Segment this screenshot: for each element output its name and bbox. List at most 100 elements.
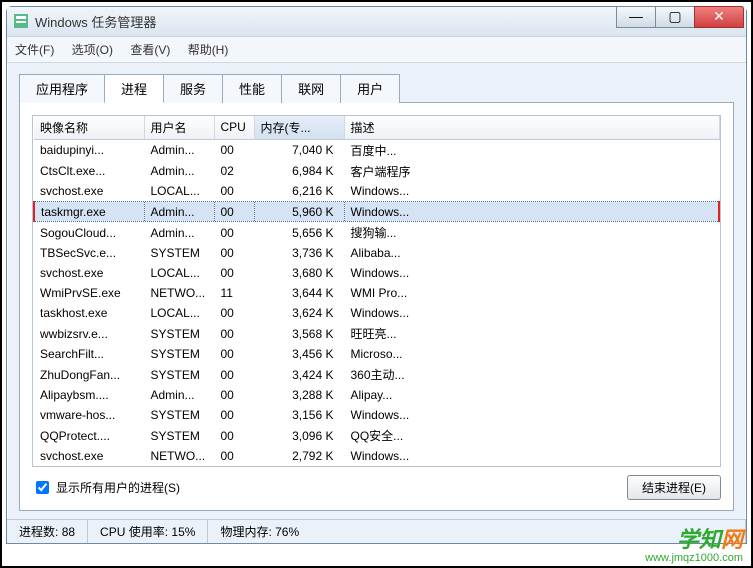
tab-2[interactable]: 服务: [163, 74, 223, 103]
cell-memory: 3,288 K: [254, 385, 344, 405]
cell-cpu: 00: [214, 263, 254, 283]
cell-memory: 3,424 K: [254, 364, 344, 385]
table-row[interactable]: ZhuDongFan...SYSTEM003,424 K360主动...: [34, 364, 719, 385]
task-manager-window: Windows 任务管理器 — ▢ ✕ 文件(F) 选项(O) 查看(V) 帮助…: [6, 6, 747, 544]
cell-cpu: 00: [214, 405, 254, 425]
menu-file[interactable]: 文件(F): [15, 43, 54, 57]
titlebar[interactable]: Windows 任务管理器 — ▢ ✕: [7, 7, 746, 37]
cell-image: ZhuDongFan...: [34, 364, 144, 385]
table-row[interactable]: taskhost.exeLOCAL...003,624 KWindows...: [34, 303, 719, 323]
table-row[interactable]: baidupinyi...Admin...007,040 K百度中...: [34, 139, 719, 161]
table-row[interactable]: TBSecSvc.e...SYSTEM003,736 KAlibaba...: [34, 243, 719, 263]
cell-memory: 3,624 K: [254, 303, 344, 323]
cell-user: SYSTEM: [144, 364, 214, 385]
cell-desc: Windows...: [344, 405, 719, 425]
cell-cpu: 00: [214, 344, 254, 364]
end-process-button[interactable]: 结束进程(E): [627, 475, 721, 500]
cell-cpu: 00: [214, 323, 254, 344]
cell-cpu: 02: [214, 161, 254, 182]
cell-desc: Windows...: [344, 202, 719, 222]
tab-1[interactable]: 进程: [104, 74, 164, 103]
process-table[interactable]: 映像名称 用户名 CPU 内存(专... 描述 baidupinyi...Adm…: [32, 115, 721, 468]
cell-memory: 3,644 K: [254, 283, 344, 303]
cell-image: taskhost.exe: [34, 303, 144, 323]
table-row[interactable]: QQProtect....SYSTEM003,096 KQQ安全...: [34, 425, 719, 446]
col-memory[interactable]: 内存(专...: [254, 116, 344, 140]
table-row[interactable]: svchost.exeLOCAL...006,216 KWindows...: [34, 182, 719, 202]
cell-memory: 3,568 K: [254, 323, 344, 344]
table-row[interactable]: Alipaybsm....Admin...003,288 KAlipay...: [34, 385, 719, 405]
cell-user: Admin...: [144, 161, 214, 182]
cell-user: SYSTEM: [144, 243, 214, 263]
cell-cpu: 00: [214, 446, 254, 466]
cell-cpu: 11: [214, 283, 254, 303]
cell-user: LOCAL...: [144, 263, 214, 283]
cell-memory: 3,736 K: [254, 243, 344, 263]
table-row[interactable]: vmware-hos...SYSTEM003,156 KWindows...: [34, 405, 719, 425]
cell-desc: 客户端程序: [344, 161, 719, 182]
status-cpu: CPU 使用率: 15%: [88, 520, 208, 543]
menu-help[interactable]: 帮助(H): [188, 43, 229, 57]
cell-memory: 3,680 K: [254, 263, 344, 283]
cell-cpu: 00: [214, 139, 254, 161]
cell-memory: 5,656 K: [254, 222, 344, 244]
table-row[interactable]: wwbizsrv.e...SYSTEM003,568 K旺旺亮...: [34, 323, 719, 344]
table-row[interactable]: svchost.exeNETWO...002,792 KWindows...: [34, 446, 719, 466]
minimize-button[interactable]: —: [616, 6, 656, 28]
cell-memory: 3,096 K: [254, 425, 344, 446]
cell-cpu: 00: [214, 182, 254, 202]
status-processes: 进程数: 88: [7, 520, 88, 543]
cell-image: taskmgr.exe: [34, 202, 144, 222]
table-row[interactable]: CtsClt.exe...Admin...026,984 K客户端程序: [34, 161, 719, 182]
menubar: 文件(F) 选项(O) 查看(V) 帮助(H): [7, 37, 746, 63]
cell-user: SYSTEM: [144, 405, 214, 425]
col-cpu[interactable]: CPU: [214, 116, 254, 140]
cell-desc: 360主动...: [344, 364, 719, 385]
col-image-name[interactable]: 映像名称: [34, 116, 144, 140]
col-description[interactable]: 描述: [344, 116, 719, 140]
table-row[interactable]: taskmgr.exeAdmin...005,960 KWindows...: [34, 202, 719, 222]
cell-memory: 7,040 K: [254, 139, 344, 161]
cell-image: svchost.exe: [34, 446, 144, 466]
cell-user: Admin...: [144, 202, 214, 222]
tab-5[interactable]: 用户: [340, 74, 400, 103]
cell-desc: WMI Pro...: [344, 283, 719, 303]
cell-cpu: 00: [214, 385, 254, 405]
col-user-name[interactable]: 用户名: [144, 116, 214, 140]
tab-4[interactable]: 联网: [281, 74, 341, 103]
table-row[interactable]: WmiPrvSE.exeNETWO...113,644 KWMI Pro...: [34, 283, 719, 303]
cell-image: TBSecSvc.e...: [34, 243, 144, 263]
tab-3[interactable]: 性能: [222, 74, 282, 103]
tab-0[interactable]: 应用程序: [19, 74, 105, 103]
cell-image: CtsClt.exe...: [34, 161, 144, 182]
close-button[interactable]: ✕: [694, 6, 744, 28]
show-all-users-label: 显示所有用户的进程(S): [56, 479, 180, 496]
cell-memory: 6,984 K: [254, 161, 344, 182]
cell-memory: 3,156 K: [254, 405, 344, 425]
cell-image: SearchFilt...: [34, 344, 144, 364]
cell-desc: Alipay...: [344, 385, 719, 405]
show-all-users-checkbox[interactable]: 显示所有用户的进程(S): [32, 478, 180, 497]
cell-cpu: 00: [214, 222, 254, 244]
table-row[interactable]: SogouCloud...Admin...005,656 K搜狗输...: [34, 222, 719, 244]
taskmgr-icon: [13, 13, 29, 29]
cell-desc: Windows...: [344, 446, 719, 466]
cell-image: svchost.exe: [34, 182, 144, 202]
cell-user: LOCAL...: [144, 303, 214, 323]
menu-view[interactable]: 查看(V): [130, 43, 170, 57]
table-row[interactable]: SearchFilt...SYSTEM003,456 KMicroso...: [34, 344, 719, 364]
cell-user: SYSTEM: [144, 425, 214, 446]
cell-user: NETWO...: [144, 446, 214, 466]
cell-desc: Microso...: [344, 344, 719, 364]
cell-desc: Windows...: [344, 303, 719, 323]
menu-options[interactable]: 选项(O): [72, 43, 113, 57]
cell-memory: 5,960 K: [254, 202, 344, 222]
cell-user: Admin...: [144, 139, 214, 161]
cell-user: SYSTEM: [144, 344, 214, 364]
cell-user: SYSTEM: [144, 323, 214, 344]
cell-desc: 百度中...: [344, 139, 719, 161]
maximize-button[interactable]: ▢: [655, 6, 695, 28]
cell-user: Admin...: [144, 222, 214, 244]
show-all-users-input[interactable]: [36, 481, 49, 494]
table-row[interactable]: svchost.exeLOCAL...003,680 KWindows...: [34, 263, 719, 283]
